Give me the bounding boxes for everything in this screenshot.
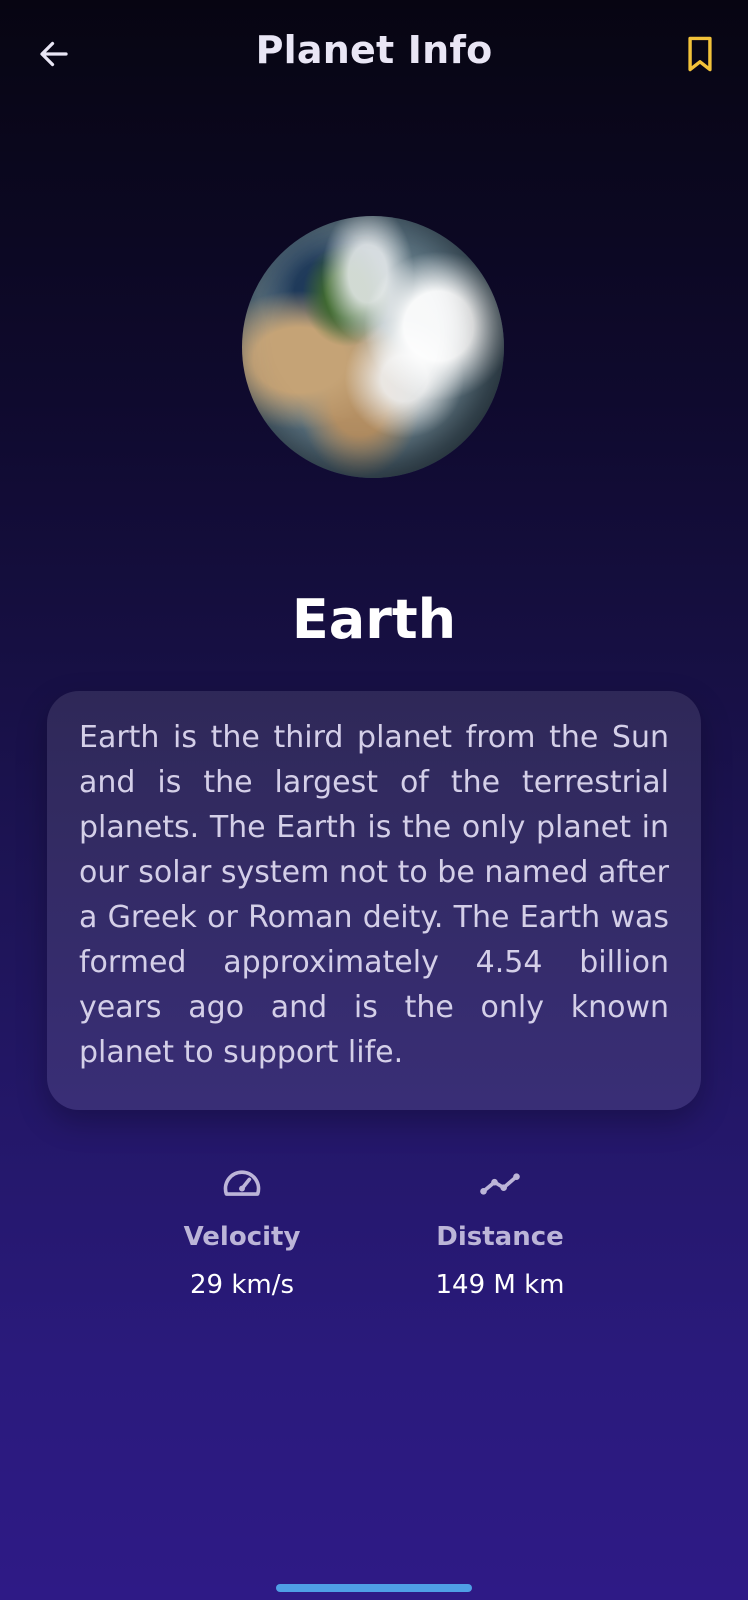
planet-image	[242, 216, 504, 478]
stat-value: 29 km/s	[189, 1270, 295, 1300]
stat-label: Velocity	[183, 1222, 301, 1252]
stat-distance: Distance 149 M km	[390, 1162, 610, 1300]
stat-value: 149 M km	[435, 1270, 565, 1300]
planet-name: Earth	[291, 588, 457, 651]
bookmark-button[interactable]	[680, 34, 720, 74]
home-indicator[interactable]	[276, 1584, 472, 1592]
stat-velocity: Velocity 29 km/s	[132, 1162, 352, 1300]
description-card: Earth is the third planet from the Sun a…	[47, 691, 701, 1110]
bookmark-icon	[688, 36, 712, 72]
speedometer-icon	[223, 1170, 261, 1196]
app-bar: Planet Info	[0, 0, 748, 110]
page-title: Planet Info	[255, 28, 493, 72]
planet-description: Earth is the third planet from the Sun a…	[79, 720, 669, 1070]
line-chart-icon	[480, 1173, 520, 1195]
stat-label: Distance	[436, 1222, 564, 1252]
